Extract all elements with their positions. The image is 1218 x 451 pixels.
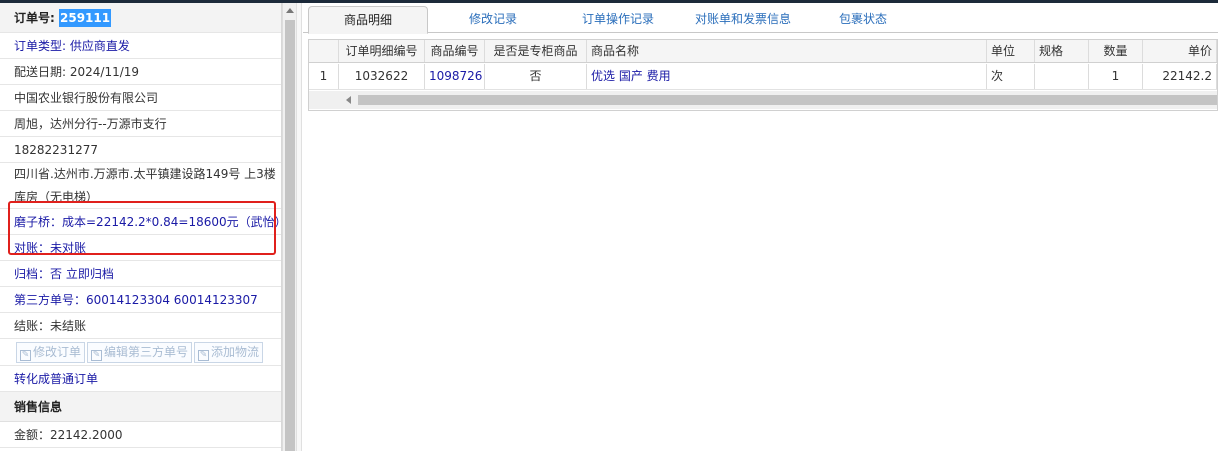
sales-section-title: 销售信息 — [0, 392, 281, 422]
edit-order-label: 修改订单 — [33, 345, 82, 359]
contact-phone: 18282231277 — [0, 137, 281, 163]
col-index — [309, 40, 339, 62]
quantity: 1 — [1089, 64, 1143, 89]
detail-panel: 商品明细 修改记录 订单操作记录 对账单和发票信息 包裹状态 订单明细编号 商品… — [303, 3, 1218, 451]
cost-note: 磨子桥：成本=22142.2*0.84=18600元（武怡） — [0, 209, 281, 235]
grid-horizontal-scrollbar[interactable] — [309, 91, 1217, 109]
col-product-no[interactable]: 商品编号 — [425, 40, 485, 62]
col-qty[interactable]: 数量 — [1089, 40, 1143, 62]
spec — [1035, 64, 1089, 89]
table-row[interactable]: 1 1032622 1098726 否 优选 国产 费用 次 1 22142.2 — [309, 64, 1217, 90]
tab-bar: 商品明细 修改记录 订单操作记录 对账单和发票信息 包裹状态 — [303, 3, 1218, 34]
unit-price: 22142.2 — [1143, 64, 1217, 89]
edit-third-party-label: 编辑第三方单号 — [104, 345, 189, 359]
detail-no: 1032622 — [339, 64, 425, 89]
counter-flag: 否 — [485, 64, 587, 89]
company-name: 中国农业银行股份有限公司 — [0, 85, 281, 111]
edit-icon: ✎ — [198, 350, 210, 361]
edit-icon: ✎ — [20, 350, 31, 361]
col-unit[interactable]: 单位 — [987, 40, 1035, 62]
order-type: 订单类型: 供应商直发 — [0, 33, 281, 59]
grid-header: 订单明细编号 商品编号 是否是专柜商品 商品名称 单位 规格 数量 单价 — [309, 40, 1217, 63]
tab-product-detail[interactable]: 商品明细 — [308, 6, 428, 34]
order-number-label: 订单号: — [14, 11, 55, 25]
contact-person: 周旭，达州分行--万源市支行 — [0, 111, 281, 137]
tab-modify-log[interactable]: 修改记录 — [433, 6, 553, 33]
add-logistics-button[interactable]: ✎ 添加物流 — [194, 342, 264, 363]
col-counter[interactable]: 是否是专柜商品 — [485, 40, 587, 62]
third-party-order-no: 第三方单号：60014123304 60014123307 — [0, 287, 281, 313]
delivery-address: 四川省.达州市.万源市.太平镇建设路149号 上3楼库房（无电梯） — [0, 163, 281, 209]
archive-status[interactable]: 归档：否 立即归档 — [0, 261, 281, 287]
scroll-up-icon[interactable] — [286, 8, 294, 13]
convert-order-link[interactable]: 转化成普通订单 — [0, 366, 281, 392]
order-number-row: 订单号: 259111 — [0, 3, 281, 33]
scrollbar-thumb[interactable] — [358, 95, 1217, 105]
tab-invoice-info[interactable]: 对账单和发票信息 — [678, 6, 808, 33]
tab-operation-log[interactable]: 订单操作记录 — [558, 6, 678, 33]
delivery-date: 配送日期: 2024/11/19 — [0, 59, 281, 85]
edit-third-party-button[interactable]: ✎ 编辑第三方单号 — [87, 342, 193, 363]
product-grid: 订单明细编号 商品编号 是否是专柜商品 商品名称 单位 规格 数量 单价 1 1… — [308, 39, 1218, 111]
col-price[interactable]: 单价 — [1143, 40, 1217, 62]
edit-icon: ✎ — [91, 350, 103, 361]
order-info-panel: 订单号: 259111 订单类型: 供应商直发 配送日期: 2024/11/19… — [0, 3, 282, 451]
left-scrollbar[interactable] — [282, 3, 296, 451]
tab-package-status[interactable]: 包裹状态 — [808, 6, 918, 33]
add-logistics-label: 添加物流 — [211, 345, 260, 359]
scroll-left-icon[interactable] — [346, 96, 351, 104]
col-product-name[interactable]: 商品名称 — [587, 40, 987, 62]
scrollbar-thumb[interactable] — [285, 20, 295, 451]
product-no-link[interactable]: 1098726 — [425, 64, 485, 89]
amount: 金额：22142.2000 — [0, 422, 281, 448]
order-number-value[interactable]: 259111 — [59, 9, 112, 27]
col-spec[interactable]: 规格 — [1035, 40, 1089, 62]
edit-order-button[interactable]: ✎ 修改订单 — [16, 342, 86, 363]
col-detail-no[interactable]: 订单明细编号 — [339, 40, 425, 62]
row-index: 1 — [309, 64, 339, 89]
settle-status: 结账：未结账 — [0, 313, 281, 339]
product-name-link[interactable]: 优选 国产 费用 — [587, 64, 987, 89]
unit: 次 — [987, 64, 1035, 89]
panel-splitter[interactable] — [296, 3, 302, 451]
reconcile-status: 对账：未对账 — [0, 235, 281, 261]
action-buttons: ✎ 修改订单 ✎ 编辑第三方单号 ✎ 添加物流 — [0, 339, 281, 366]
